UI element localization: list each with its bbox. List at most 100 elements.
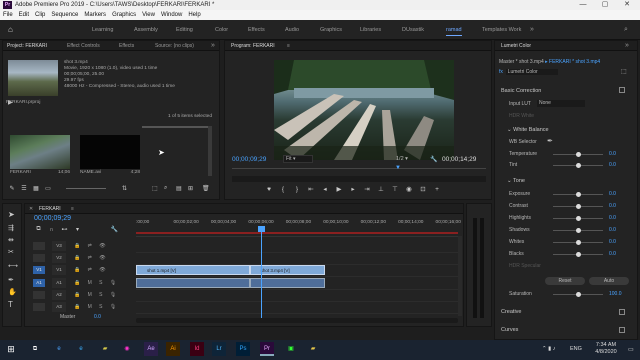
- clock[interactable]: 7:34 AM 4/8/2020: [588, 342, 624, 356]
- menu-sequence[interactable]: Sequence: [48, 10, 81, 20]
- lumetri-expand-icon[interactable]: »: [625, 41, 629, 51]
- shadows-value[interactable]: 0.0: [609, 227, 616, 233]
- timeline-playhead[interactable]: [261, 228, 262, 320]
- eyedropper-icon[interactable]: ✒: [547, 137, 553, 145]
- more-workspaces-icon[interactable]: »: [530, 20, 534, 40]
- workspace-dusastik[interactable]: DUsastik: [402, 20, 424, 40]
- tray-icons[interactable]: ⌃ ▮ ♪: [542, 346, 555, 352]
- track-mute-solo-mic-icon[interactable]: 🔒 M S 🎙: [74, 277, 119, 289]
- source-patch-badge[interactable]: [33, 254, 45, 262]
- ps-taskbar-icon[interactable]: Ps: [236, 342, 250, 356]
- workspace-editing[interactable]: Editing: [176, 20, 193, 40]
- new-item-icon[interactable]: ⊞: [188, 185, 193, 192]
- slip-tool-icon[interactable]: ⟷: [8, 262, 18, 270]
- source-patch-badge[interactable]: A1: [33, 279, 45, 287]
- track-target-name[interactable]: V3: [52, 241, 66, 251]
- curves-header[interactable]: Curves: [501, 327, 518, 333]
- task-view-icon[interactable]: ⧉: [28, 342, 42, 356]
- thumb-size-slider[interactable]: [66, 188, 106, 189]
- step-back-icon[interactable]: ◂: [318, 185, 332, 193]
- playhead-handle-icon[interactable]: [258, 226, 265, 232]
- menu-clip[interactable]: Clip: [32, 10, 48, 20]
- track-target-name[interactable]: A3: [52, 302, 66, 312]
- tab-effect-controls[interactable]: Effect Controls: [67, 41, 100, 51]
- basic-correction-header[interactable]: Basic Correction: [501, 88, 541, 94]
- track-target-name[interactable]: V2: [52, 253, 66, 263]
- workspace-graphics[interactable]: Graphics: [320, 20, 342, 40]
- windows-start-icon[interactable]: ⊞: [4, 342, 18, 356]
- video-clip[interactable]: shot 1.mp4 [V]: [136, 265, 250, 275]
- workspace-learning[interactable]: Learning: [92, 20, 113, 40]
- bin-item-name-avi[interactable]: [80, 135, 140, 169]
- chrome-taskbar-icon[interactable]: ◉: [120, 342, 134, 356]
- track-target-name[interactable]: V1: [52, 265, 66, 275]
- saturation-value[interactable]: 100.0: [609, 291, 622, 297]
- menu-window[interactable]: Window: [158, 10, 185, 20]
- track-mute-solo-mic-icon[interactable]: 🔒 M S 🎙: [74, 301, 119, 313]
- temperature-knob[interactable]: [575, 152, 581, 157]
- saturation-knob[interactable]: [575, 292, 581, 297]
- folder-taskbar-icon[interactable]: ▰: [98, 342, 112, 356]
- menu-file[interactable]: File: [0, 10, 16, 20]
- sort-icon[interactable]: ⇅: [122, 185, 127, 192]
- button-editor-icon[interactable]: +: [430, 186, 444, 193]
- lift-icon[interactable]: ⊥: [374, 185, 388, 193]
- panel-close-icon[interactable]: »: [211, 41, 215, 51]
- source-patch-badge[interactable]: [33, 303, 45, 311]
- extract-icon[interactable]: ⊤: [388, 185, 402, 193]
- list-view-icon[interactable]: ☰: [18, 185, 30, 192]
- ai-taskbar-icon[interactable]: Ai: [166, 342, 180, 356]
- explorer-taskbar-icon[interactable]: ▰: [306, 342, 320, 356]
- camtasia-taskbar-icon[interactable]: ▣: [284, 342, 298, 356]
- maximize-icon[interactable]: ▢: [594, 0, 616, 10]
- workspace-ramad[interactable]: ramad: [446, 20, 462, 40]
- ie-taskbar-icon[interactable]: e: [52, 342, 66, 356]
- lumetri-clip-selector[interactable]: Master * shot 3.mp4 ▸ FERKARI * shot 3.m…: [499, 59, 600, 65]
- timeline-menu-icon[interactable]: ≡: [71, 204, 74, 214]
- mark-in-icon[interactable]: {: [276, 186, 290, 193]
- basic-enable-checkbox[interactable]: [619, 87, 625, 93]
- tab-source[interactable]: Source: (no clips): [155, 41, 194, 51]
- tint-knob[interactable]: [575, 163, 581, 168]
- timeline-timecode[interactable]: 00;00;09;29: [34, 215, 71, 222]
- blacks-value[interactable]: 0.0: [609, 251, 616, 257]
- lumetri-effect-row[interactable]: fx Lumetri Color: [499, 69, 558, 75]
- tint-value[interactable]: 0.0: [609, 162, 616, 168]
- temperature-value[interactable]: 0.0: [609, 151, 616, 157]
- id-taskbar-icon[interactable]: Id: [190, 342, 204, 356]
- exposure-knob[interactable]: [575, 192, 581, 197]
- bin-item-ferkari[interactable]: [10, 135, 70, 169]
- track-lock-sync-eye-icon[interactable]: 🔒 ⇌ 👁: [74, 252, 109, 264]
- go-to-out-icon[interactable]: ⇥: [360, 185, 374, 193]
- ripple-edit-tool-icon[interactable]: ⇹: [8, 236, 14, 244]
- workspace-libraries[interactable]: Libraries: [360, 20, 381, 40]
- export-frame-icon[interactable]: ◉: [402, 185, 416, 193]
- auto-button[interactable]: Auto: [589, 277, 629, 285]
- tab-project[interactable]: Project: FERKARI: [7, 41, 47, 51]
- timeline-settings-icon[interactable]: 🔧: [108, 226, 121, 233]
- tab-effects[interactable]: Effects: [119, 41, 134, 51]
- fit-dropdown[interactable]: Fit ▾: [283, 155, 313, 163]
- reset-button[interactable]: Reset: [545, 277, 585, 285]
- scrubber-playhead-icon[interactable]: ▼: [395, 165, 401, 171]
- add-marker-timeline-icon[interactable]: ▾: [71, 226, 84, 233]
- menu-help[interactable]: Help: [185, 10, 203, 20]
- automate-icon[interactable]: ⬚: [152, 185, 158, 192]
- find-icon[interactable]: ⌕: [164, 185, 167, 192]
- contrast-value[interactable]: 0.0: [609, 203, 616, 209]
- blacks-knob[interactable]: [575, 252, 581, 257]
- work-area-bar[interactable]: [136, 232, 458, 234]
- project-scrollbar[interactable]: [208, 126, 212, 176]
- workspace-templates-work[interactable]: Templates Work: [482, 20, 521, 40]
- settings-icon[interactable]: 🔧: [430, 156, 437, 163]
- highlights-value[interactable]: 0.0: [609, 215, 616, 221]
- notification-icon[interactable]: ▭: [628, 346, 634, 353]
- whites-value[interactable]: 0.0: [609, 239, 616, 245]
- selection-tool-icon[interactable]: ➤: [8, 210, 15, 219]
- curves-enable-checkbox[interactable]: [619, 327, 625, 333]
- zoom-scrollbar[interactable]: [232, 176, 486, 182]
- lr-taskbar-icon[interactable]: Lr: [212, 342, 226, 356]
- type-tool-icon[interactable]: T: [8, 300, 13, 309]
- razor-tool-icon[interactable]: ✂: [8, 248, 14, 256]
- clip-preview-thumbnail[interactable]: [8, 60, 58, 96]
